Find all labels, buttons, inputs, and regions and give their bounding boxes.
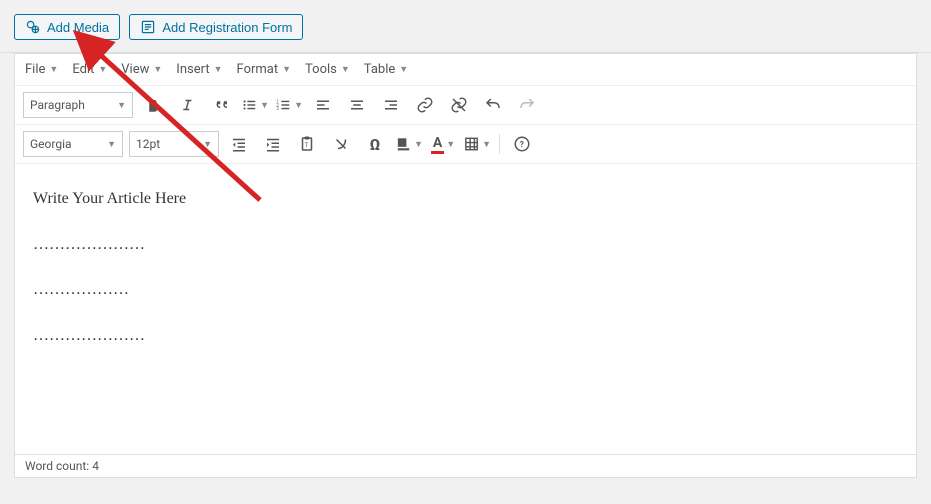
font-size-select[interactable]: 12pt ▼	[129, 131, 219, 157]
svg-text:?: ?	[520, 140, 524, 150]
top-action-bar: Add Media Add Registration Form	[0, 0, 931, 53]
status-bar: Word count: 4	[14, 455, 917, 478]
undo-button[interactable]	[479, 92, 507, 118]
editor-content[interactable]: Write Your Article Here ………………… ……………… ……	[15, 164, 916, 454]
word-count-value: 4	[92, 459, 99, 473]
clear-format-button[interactable]	[327, 131, 355, 157]
caret-down-icon: ▼	[153, 64, 162, 75]
menu-table[interactable]: Table▼	[364, 62, 408, 77]
numbered-list-button[interactable]: 123▼	[275, 92, 303, 118]
svg-text:T: T	[305, 142, 309, 149]
form-icon	[140, 19, 156, 35]
content-line: Write Your Article Here	[33, 186, 898, 212]
toolbar-separator	[499, 134, 500, 154]
indent-button[interactable]	[259, 131, 287, 157]
align-center-button[interactable]	[343, 92, 371, 118]
caret-down-icon: ▼	[294, 100, 303, 111]
add-media-button[interactable]: Add Media	[14, 14, 120, 40]
add-registration-label: Add Registration Form	[162, 20, 292, 35]
table-button[interactable]: ▼	[463, 131, 491, 157]
help-button[interactable]: ?	[508, 131, 536, 157]
menu-edit[interactable]: Edit▼	[72, 62, 107, 77]
content-line: …………………	[33, 323, 898, 349]
toolbar-row-1: Paragraph ▼ ▼ 123▼	[15, 86, 916, 125]
unlink-button[interactable]	[445, 92, 473, 118]
media-icon	[25, 19, 41, 35]
caret-down-icon: ▼	[260, 100, 269, 111]
format-select[interactable]: Paragraph ▼	[23, 92, 133, 118]
text-color-button[interactable]: A▼	[429, 131, 457, 157]
svg-text:3: 3	[276, 107, 279, 112]
caret-down-icon: ▼	[282, 64, 291, 75]
word-count-label: Word count:	[25, 459, 89, 473]
bullet-list-button[interactable]: ▼	[241, 92, 269, 118]
font-family-select[interactable]: Georgia ▼	[23, 131, 123, 157]
caret-down-icon: ▼	[399, 64, 408, 75]
caret-down-icon: ▼	[482, 139, 491, 150]
caret-down-icon: ▼	[203, 139, 212, 150]
paste-text-button[interactable]: T	[293, 131, 321, 157]
outdent-button[interactable]	[225, 131, 253, 157]
add-media-label: Add Media	[47, 20, 109, 35]
special-char-button[interactable]: Ω	[361, 131, 389, 157]
menu-insert[interactable]: Insert▼	[176, 62, 222, 77]
caret-down-icon: ▼	[414, 139, 423, 150]
editor-container: File▼ Edit▼ View▼ Insert▼ Format▼ Tools▼…	[14, 53, 917, 455]
editor-menubar: File▼ Edit▼ View▼ Insert▼ Format▼ Tools▼…	[15, 54, 916, 86]
menu-file[interactable]: File▼	[25, 62, 58, 77]
caret-down-icon: ▼	[214, 64, 223, 75]
menu-tools[interactable]: Tools▼	[305, 62, 350, 77]
align-right-button[interactable]	[377, 92, 405, 118]
redo-button[interactable]	[513, 92, 541, 118]
caret-down-icon: ▼	[446, 139, 455, 150]
menu-format[interactable]: Format▼	[237, 62, 292, 77]
blockquote-button[interactable]	[207, 92, 235, 118]
content-line: ………………	[33, 277, 898, 303]
bold-button[interactable]	[139, 92, 167, 118]
caret-down-icon: ▼	[107, 139, 116, 150]
content-line: …………………	[33, 232, 898, 258]
caret-down-icon: ▼	[117, 100, 126, 111]
caret-down-icon: ▼	[49, 64, 58, 75]
background-color-button[interactable]: ▼	[395, 131, 423, 157]
link-button[interactable]	[411, 92, 439, 118]
caret-down-icon: ▼	[341, 64, 350, 75]
menu-view[interactable]: View▼	[121, 62, 162, 77]
toolbar-row-2: Georgia ▼ 12pt ▼ T Ω ▼ A▼ ▼ ?	[15, 125, 916, 164]
italic-button[interactable]	[173, 92, 201, 118]
caret-down-icon: ▼	[98, 64, 107, 75]
align-left-button[interactable]	[309, 92, 337, 118]
add-registration-button[interactable]: Add Registration Form	[129, 14, 303, 40]
